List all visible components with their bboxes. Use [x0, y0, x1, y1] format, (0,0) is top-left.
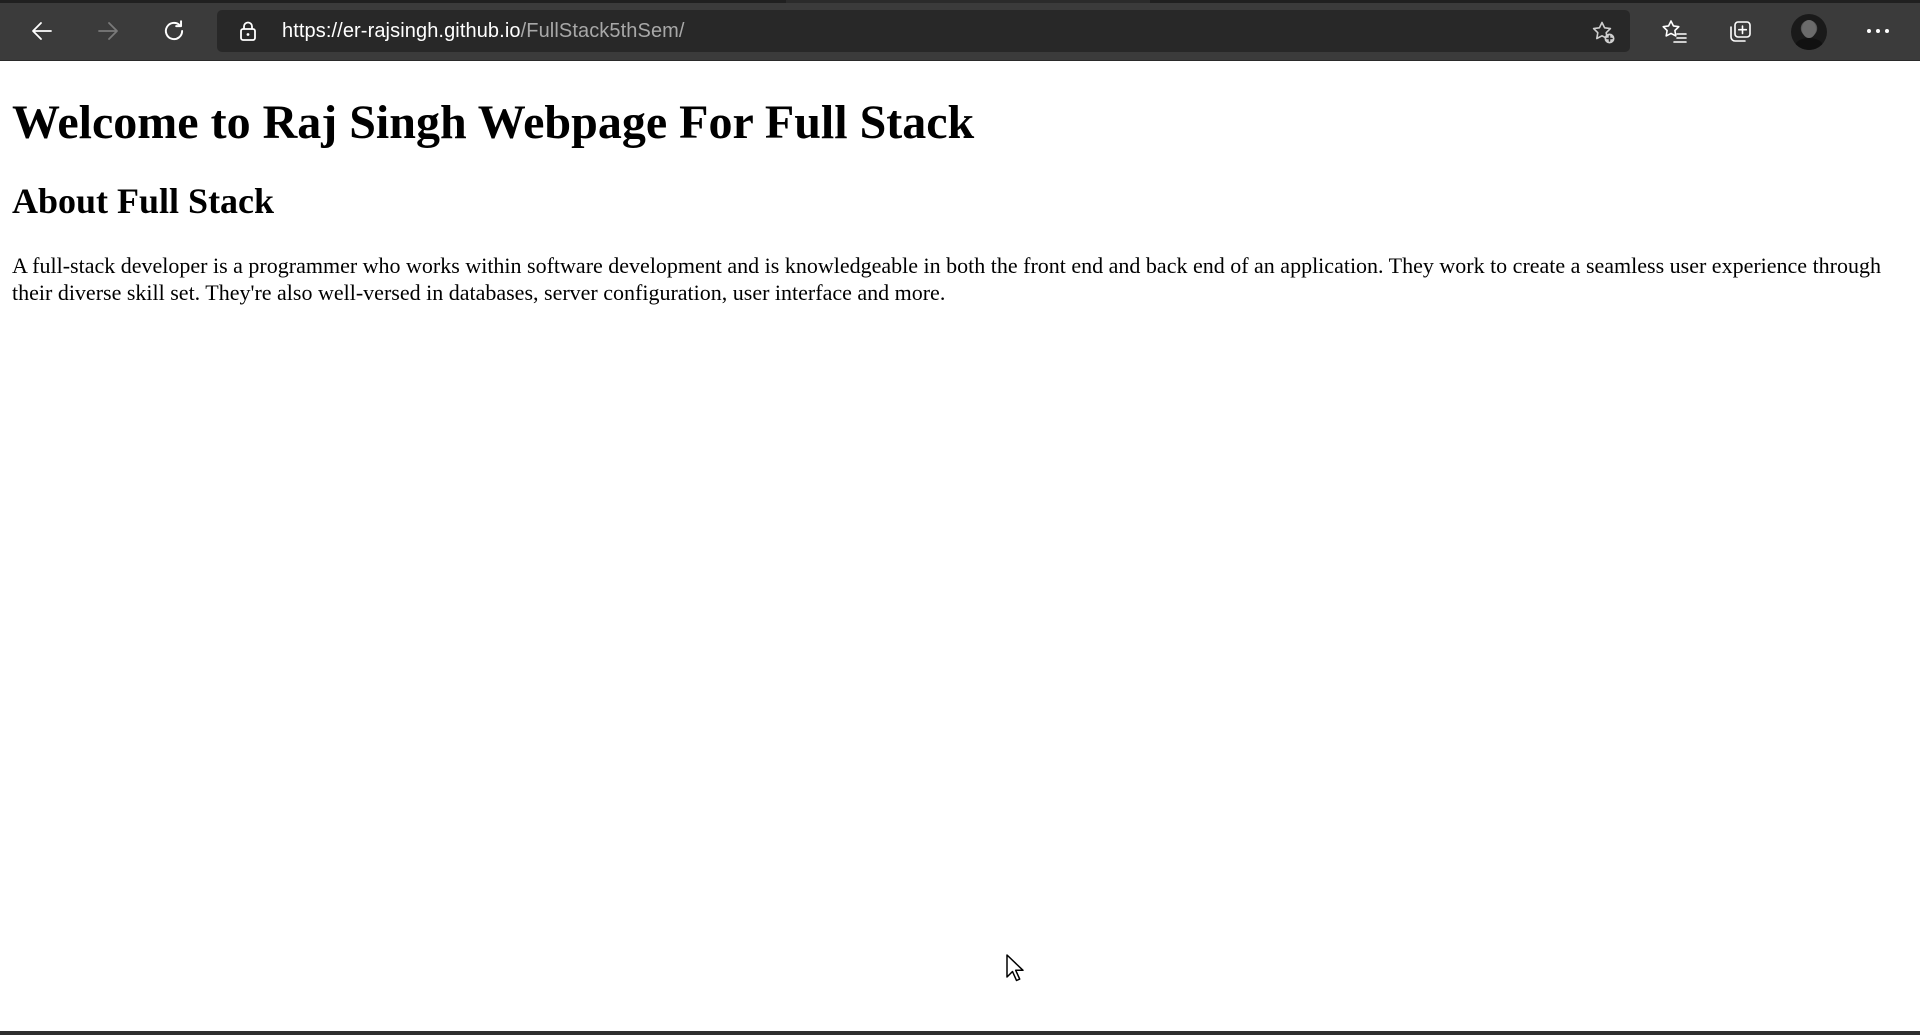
refresh-icon: [161, 18, 187, 44]
tab-indicator: [0, 0, 786, 3]
url-path: /FullStack5thSem/: [520, 20, 685, 42]
forward-arrow-icon: [96, 19, 120, 43]
avatar-shoulders: [1795, 38, 1823, 50]
back-button[interactable]: [22, 12, 62, 50]
url-text[interactable]: https://er-rajsingh.github.io/FullStack5…: [282, 20, 685, 42]
page-content: Welcome to Raj Singh Webpage For Full St…: [0, 62, 1920, 1031]
tab-strip: [0, 0, 1920, 3]
avatar-face: [1802, 20, 1816, 38]
url-host: https://er-rajsingh.github.io: [282, 20, 521, 42]
about-paragraph: A full-stack developer is a programmer w…: [12, 253, 1882, 305]
refresh-button[interactable]: [154, 12, 194, 50]
profile-avatar[interactable]: [1791, 14, 1827, 50]
browser-toolbar: https://er-rajsingh.github.io/FullStack5…: [0, 0, 1920, 61]
more-button[interactable]: [1858, 12, 1898, 50]
more-dots-icon: [1866, 27, 1890, 35]
address-bar[interactable]: https://er-rajsingh.github.io/FullStack5…: [217, 10, 1630, 52]
collections-button[interactable]: [1720, 12, 1760, 50]
mouse-cursor-icon: [1005, 953, 1027, 983]
lock-icon[interactable]: [237, 20, 259, 42]
forward-button[interactable]: [88, 12, 128, 50]
favorites-list-icon: [1660, 18, 1688, 44]
window-bottom-edge: [0, 1031, 1920, 1035]
tab-indicator: [1150, 0, 1920, 3]
page-title: Welcome to Raj Singh Webpage For Full St…: [12, 96, 975, 149]
favorites-button[interactable]: [1654, 12, 1694, 50]
star-plus-icon[interactable]: [1590, 19, 1616, 45]
section-heading: About Full Stack: [12, 181, 275, 221]
back-arrow-icon: [30, 19, 54, 43]
collections-icon: [1727, 18, 1753, 44]
